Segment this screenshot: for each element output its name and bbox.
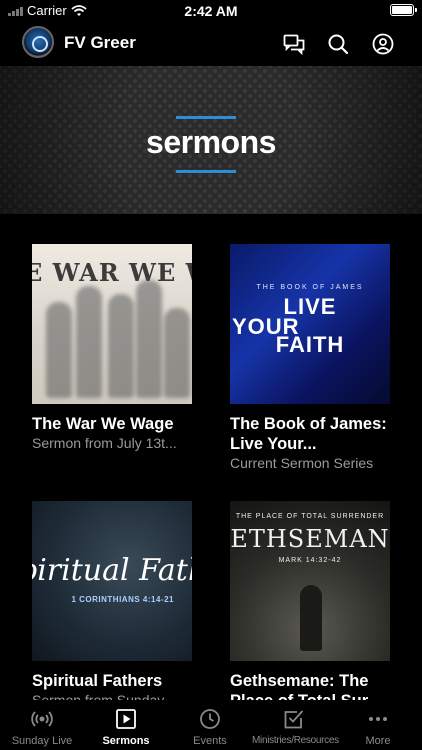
tab-more[interactable]: More (336, 700, 420, 750)
tab-events[interactable]: Events (168, 700, 252, 750)
status-time: 2:42 AM (184, 3, 238, 19)
play-square-icon (116, 709, 136, 729)
tab-label: Events (193, 735, 227, 747)
thumbnail-figure (300, 585, 322, 651)
status-bar: Carrier 2:42 AM (0, 0, 422, 22)
sermon-card[interactable]: THE BOOK OF JAMES LIVE YOUR FAITH The Bo… (230, 244, 390, 472)
sermon-card[interactable]: E WAR WE WA The War We Wage Sermon from … (32, 244, 192, 452)
sermon-card[interactable]: piritual Fath 1 CORINTHIANS 4:14-21 Spir… (32, 501, 192, 709)
tab-label: More (365, 735, 391, 747)
battery-icon (390, 4, 417, 16)
tab-label: Ministries/Resources (252, 735, 339, 746)
banner-title: sermons (146, 124, 276, 160)
sermon-subtitle: Sermon from July 13t... (32, 435, 177, 451)
clock-icon (200, 709, 220, 729)
thumbnail-text: E WAR WE WA (32, 258, 192, 287)
tab-sermons[interactable]: Sermons (84, 700, 168, 750)
tab-sunday-live[interactable]: Sunday Live (0, 700, 84, 750)
app-header: FV Greer (0, 22, 422, 66)
thumbnail-reference: 1 CORINTHIANS 4:14-21 (71, 595, 174, 604)
thumbnail-reference: MARK 14:32-42 (278, 557, 342, 564)
sermon-title: Spiritual Fathers (32, 672, 163, 690)
live-broadcast-icon (31, 711, 53, 727)
sermon-title: The War We Wage (32, 415, 174, 433)
sermon-thumbnail: THE BOOK OF JAMES LIVE YOUR FAITH (230, 244, 390, 404)
sermons-banner: sermons (0, 66, 422, 214)
thumbnail-text: piritual Fath (32, 553, 192, 588)
sermon-thumbnail: THE PLACE OF TOTAL SURRENDER ETHSEMAN MA… (230, 501, 390, 661)
chat-icon[interactable] (282, 32, 306, 56)
banner-top-rule (176, 116, 236, 119)
tab-ministries-resources[interactable]: Ministries/Resources (252, 700, 339, 750)
search-icon[interactable] (326, 32, 350, 56)
tab-label: Sermons (102, 735, 150, 747)
thumbnail-caption: THE PLACE OF TOTAL SURRENDER (235, 513, 385, 520)
tab-label: Sunday Live (11, 735, 73, 747)
thumbnail-text: ETHSEMAN (230, 525, 390, 553)
church-logo[interactable] (22, 26, 54, 58)
sermon-subtitle: Current Sermon Series (230, 455, 374, 471)
more-dots-icon (369, 717, 387, 721)
profile-icon[interactable] (371, 32, 395, 56)
sermon-card[interactable]: THE PLACE OF TOTAL SURRENDER ETHSEMAN MA… (230, 501, 390, 711)
sermon-thumbnail: piritual Fath 1 CORINTHIANS 4:14-21 (32, 501, 192, 661)
thumbnail-caption: THE BOOK OF JAMES (256, 284, 364, 291)
banner-bottom-rule (176, 170, 236, 173)
app-title: FV Greer (64, 33, 136, 52)
sermon-title: The Book of James: Live Your... (230, 415, 387, 453)
thumbnail-line: FAITH (275, 332, 345, 357)
bottom-tab-bar: Sunday Live Sermons Events Ministries/Re… (0, 700, 422, 750)
sermon-thumbnail: E WAR WE WA (32, 244, 192, 404)
checkbox-icon (284, 710, 304, 729)
